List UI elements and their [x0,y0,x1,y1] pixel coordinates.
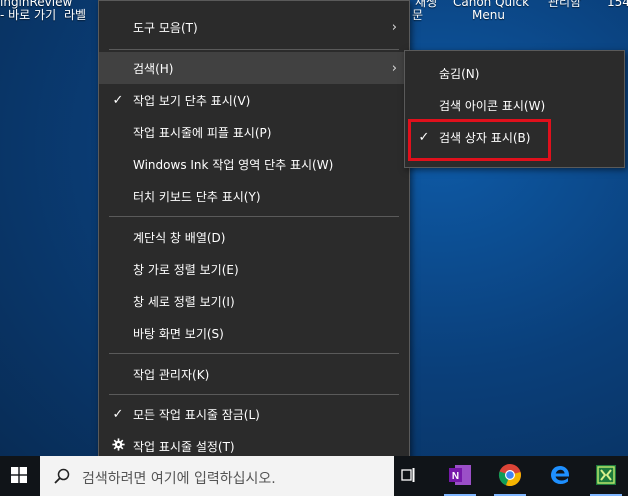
menu-item-show-desktop[interactable]: 바탕 화면 보기(S) [99,317,409,349]
menu-item-show-people[interactable]: 작업 표시줄에 피플 표시(P) [99,116,409,148]
chevron-right-icon: › [391,19,397,35]
menu-separator [109,353,399,354]
menu-item-task-manager[interactable]: 작업 관리자(K) [99,358,409,390]
gear-icon [111,437,125,455]
edge-icon [549,464,571,489]
menu-separator [109,49,399,50]
menu-item-label: 작업 표시줄 설정(T) [133,439,235,454]
menu-item-label: 창 가로 정렬 보기(E) [133,262,239,277]
menu-item-label: 계단식 창 배열(D) [133,230,226,245]
desktop-label[interactable]: Menu [472,9,505,21]
submenu-item-show-search-icon[interactable]: 검색 아이콘 표시(W) [405,89,624,121]
taskbar-app-excel[interactable] [584,456,628,496]
menu-item-label: 작업 표시줄에 피플 표시(P) [133,125,272,140]
search-icon [54,468,70,487]
taskbar-context-menu: 도구 모음(T) › 검색(H) › ✓ 작업 보기 단추 표시(V) 작업 표… [98,0,410,466]
menu-item-label: 바탕 화면 보기(S) [133,326,224,341]
menu-item-cascade-windows[interactable]: 계단식 창 배열(D) [99,221,409,253]
menu-item-label: 모든 작업 표시줄 잠금(L) [133,407,260,422]
desktop-label[interactable]: 문 [412,9,423,21]
menu-item-label: 검색 아이콘 표시(W) [439,98,546,113]
menu-item-label: 검색(H) [133,61,174,76]
start-button[interactable] [0,456,38,496]
desktop-label[interactable]: - 바로 가기 [0,9,56,21]
menu-item-label: Windows Ink 작업 영역 단추 표시(W) [133,157,334,172]
menu-item-toolbars[interactable]: 도구 모음(T) › [99,11,409,43]
menu-item-label: 작업 보기 단추 표시(V) [133,93,251,108]
chrome-icon [498,463,522,490]
menu-item-show-stacked[interactable]: 창 가로 정렬 보기(E) [99,253,409,285]
chevron-right-icon: › [391,60,397,76]
windows-logo-icon [11,466,27,486]
desktop-label[interactable]: inginReview [0,0,72,8]
menu-item-label: 작업 관리자(K) [133,367,210,382]
task-view-icon [401,467,417,486]
svg-text:N: N [452,471,459,482]
desktop-label[interactable]: 라벨 [64,9,86,21]
taskbar-app-edge[interactable] [538,456,582,496]
menu-separator [109,216,399,217]
taskbar-app-onenote[interactable]: N [438,456,482,496]
menu-item-label: 터치 키보드 단추 표시(Y) [133,189,261,204]
menu-item-label: 숨김(N) [439,66,480,81]
menu-item-label: 창 세로 정렬 보기(I) [133,294,235,309]
menu-separator [109,394,399,395]
search-placeholder: 검색하려면 여기에 입력하십시오. [82,471,276,487]
task-view-button[interactable] [394,456,424,496]
taskbar-search-box[interactable]: 검색하려면 여기에 입력하십시오. [40,456,394,496]
checkmark-icon: ✓ [112,406,124,422]
desktop-label[interactable]: Canon Quick [453,0,529,8]
menu-item-search[interactable]: 검색(H) › [99,52,409,84]
submenu-item-hidden[interactable]: 숨김(N) [405,57,624,89]
menu-item-show-task-view[interactable]: ✓ 작업 보기 단추 표시(V) [99,84,409,116]
desktop-label[interactable]: 관리함 [548,0,581,8]
checkmark-icon: ✓ [112,92,124,108]
onenote-icon: N [447,462,473,491]
desktop-label[interactable]: 154 [607,0,628,8]
menu-item-show-side-by-side[interactable]: 창 세로 정렬 보기(I) [99,285,409,317]
taskbar-app-chrome[interactable] [488,456,532,496]
desktop-label[interactable]: 재생 [415,0,437,8]
menu-item-show-touch-keyboard[interactable]: 터치 키보드 단추 표시(Y) [99,180,409,212]
menu-item-lock-taskbar[interactable]: ✓ 모든 작업 표시줄 잠금(L) [99,398,409,430]
menu-item-label: 도구 모음(T) [133,20,198,35]
menu-item-show-windows-ink[interactable]: Windows Ink 작업 영역 단추 표시(W) [99,148,409,180]
taskbar: 검색하려면 여기에 입력하십시오. N [0,456,628,496]
excel-icon [594,463,618,490]
highlight-annotation-box [408,119,551,161]
